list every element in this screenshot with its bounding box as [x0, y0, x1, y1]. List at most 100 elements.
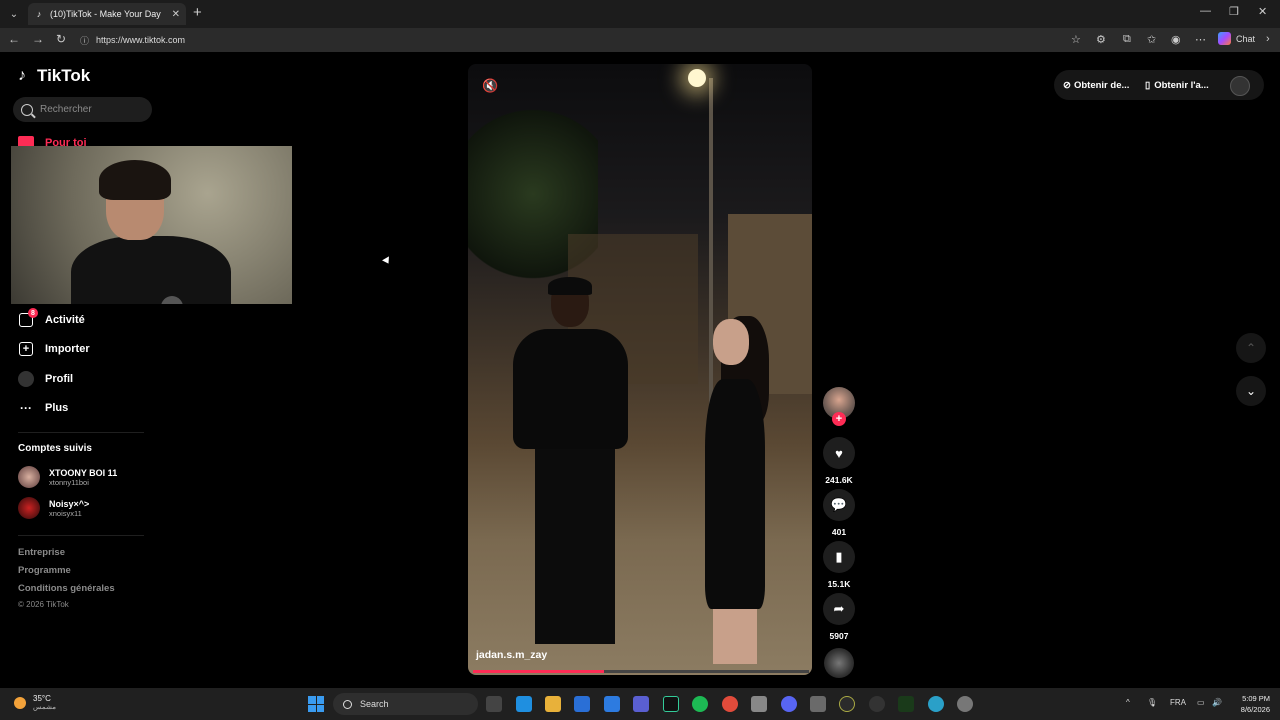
profile-icon[interactable]: ◉ — [1171, 33, 1181, 46]
restore-icon[interactable]: ❐ — [1229, 5, 1239, 18]
mail-icon[interactable] — [574, 696, 590, 712]
logo-text: TikTok — [37, 66, 91, 85]
previous-video-button[interactable]: ⌃ — [1236, 333, 1266, 363]
more-icon[interactable]: ⋯ — [1195, 33, 1206, 46]
language-indicator[interactable]: FRA — [1170, 698, 1186, 707]
windows-start-icon[interactable] — [308, 696, 324, 712]
nav-import[interactable]: + Importer — [18, 341, 90, 357]
copilot-chat-button[interactable]: Chat — [1218, 32, 1255, 45]
profile-avatar-icon — [18, 371, 34, 387]
get-coins-button[interactable]: ⊘ Obtenir de... — [1063, 71, 1129, 99]
new-tab-icon[interactable]: + — [193, 4, 202, 21]
search-placeholder: Rechercher — [40, 104, 92, 115]
mic-tray-icon[interactable]: 🎙 — [1147, 698, 1157, 707]
edge-icon[interactable] — [516, 696, 532, 712]
chrome-icon[interactable] — [722, 696, 738, 712]
nav-activity-label: Activité — [45, 314, 85, 326]
save-button[interactable]: ▮ 15.1K — [822, 541, 856, 589]
save-count: 15.1K — [827, 579, 851, 589]
nav-more[interactable]: ··· Plus — [18, 400, 68, 416]
followed-account[interactable]: Noisy×^> xnoisyx11 — [18, 497, 89, 519]
spotify-icon[interactable] — [692, 696, 708, 712]
search-input[interactable]: Rechercher — [13, 97, 152, 122]
app-icon[interactable] — [898, 696, 914, 712]
tray-chevron-icon[interactable]: ^ — [1126, 698, 1130, 707]
search-icon — [343, 699, 352, 709]
video-man — [513, 277, 633, 654]
browser-tab[interactable]: ♪ (10)TikTok - Make Your Day ✕ — [28, 3, 186, 25]
like-button[interactable]: ♥ 241.6K — [822, 437, 856, 485]
favorites-icon[interactable]: ✩ — [1147, 33, 1156, 46]
teams-icon[interactable] — [633, 696, 649, 712]
copilot-icon — [1218, 32, 1231, 45]
weather-widget[interactable]: 35°C مشمس — [14, 694, 56, 711]
avatar — [18, 466, 40, 488]
lock-icon: ⓘ — [80, 35, 90, 46]
forward-icon[interactable]: → — [32, 32, 44, 46]
activity-badge: 8 — [28, 308, 38, 318]
followed-account[interactable]: XTOONY BOI 11 xtonny11boi — [18, 466, 117, 488]
heart-icon: ♥ — [823, 437, 855, 469]
get-app-button[interactable]: ▯ Obtenir l'a... — [1145, 71, 1209, 99]
sidebar-toggle-icon[interactable]: › — [1266, 33, 1270, 45]
nav-profile[interactable]: Profil — [18, 371, 73, 387]
windows-taskbar: 35°C مشمس Search ^ 🎙 FRA ▭ 🔊 5:09 PM 8/6… — [0, 688, 1280, 720]
discord-icon[interactable] — [781, 696, 797, 712]
footer-company-link[interactable]: Entreprise — [18, 547, 65, 558]
address-bar: ← → ↻ ⓘ https://www.tiktok.com ☆ ⚙ ⧉ ✩ ◉… — [0, 28, 1280, 52]
store-icon[interactable] — [604, 696, 620, 712]
user-avatar[interactable] — [1230, 76, 1250, 96]
video-username[interactable]: jadan.s.m_zay — [476, 649, 547, 661]
copyright: © 2026 TikTok — [18, 600, 69, 609]
close-window-icon[interactable]: ✕ — [1258, 5, 1267, 18]
extensions-icon[interactable]: ⚙ — [1096, 33, 1106, 46]
nav-activity[interactable]: 8 Activité — [18, 308, 85, 328]
streamer-figure — [71, 160, 231, 304]
close-tab-icon[interactable]: ✕ — [172, 9, 180, 20]
next-video-button[interactable]: ⌄ — [1236, 376, 1266, 406]
reload-icon[interactable]: ↻ — [56, 32, 66, 46]
account-handle: xtonny11boi — [49, 477, 89, 487]
file-explorer-icon[interactable] — [545, 696, 561, 712]
video-progress-bar[interactable] — [473, 670, 809, 673]
favorite-star-icon[interactable]: ☆ — [1071, 33, 1081, 46]
settings-gear-icon[interactable] — [957, 696, 973, 712]
coin-icon: ⊘ — [1063, 79, 1071, 91]
tab-actions-icon[interactable]: ⌄ — [6, 6, 22, 22]
tiktok-favicon-icon: ♪ — [36, 9, 42, 19]
share-button[interactable]: ➦ 5907 — [822, 593, 856, 641]
minimize-icon[interactable]: — — [1200, 5, 1211, 17]
calculator-icon[interactable] — [751, 696, 767, 712]
taskbar-search[interactable]: Search — [333, 693, 478, 715]
nav-more-label: Plus — [45, 402, 69, 414]
system-clock[interactable]: 5:09 PM 8/6/2026 — [1226, 693, 1270, 715]
weather-desc: مشمس — [33, 704, 56, 711]
account-name: Noisy×^> — [49, 498, 90, 509]
import-icon: + — [18, 341, 34, 357]
comment-button[interactable]: 💬 401 — [822, 489, 856, 537]
muted-speaker-icon[interactable]: 🔇 — [482, 78, 498, 94]
network-icon[interactable]: ▭ — [1197, 698, 1205, 707]
follow-plus-icon[interactable]: + — [832, 412, 846, 426]
video-lamp — [688, 69, 706, 87]
footer-program-link[interactable]: Programme — [18, 565, 71, 576]
home-icon — [18, 136, 34, 146]
snipping-tool-icon[interactable] — [810, 696, 826, 712]
url-field[interactable]: ⓘ https://www.tiktok.com — [80, 30, 1090, 50]
split-screen-icon[interactable]: ⧉ — [1123, 33, 1131, 46]
volume-icon[interactable]: 🔊 — [1212, 698, 1222, 707]
footer-terms-link[interactable]: Conditions générales — [18, 583, 115, 594]
share-count: 5907 — [829, 631, 849, 641]
app-icon[interactable] — [839, 696, 855, 712]
get-coins-label: Obtenir de... — [1073, 79, 1130, 91]
tiktok-logo[interactable]: ♪ TikTok — [18, 66, 90, 86]
back-icon[interactable]: ← — [8, 32, 20, 46]
video-player[interactable] — [468, 64, 812, 675]
task-view-icon[interactable] — [486, 696, 502, 712]
nvidia-icon[interactable] — [663, 696, 679, 712]
account-name: XTOONY BOI 11 — [49, 467, 118, 478]
share-icon: ➦ — [823, 593, 855, 625]
telegram-icon[interactable] — [928, 696, 944, 712]
obs-icon[interactable] — [869, 696, 885, 712]
music-disc-icon[interactable] — [824, 648, 854, 678]
